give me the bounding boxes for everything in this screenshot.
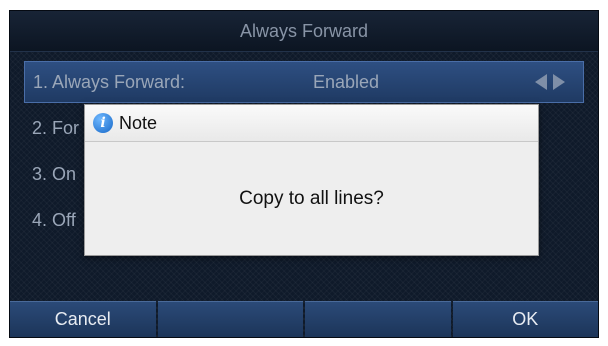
menu-item-value: Enabled — [313, 71, 380, 92]
dialog-message: Copy to all lines? — [239, 187, 384, 209]
softkey-bar: Cancel OK — [10, 301, 598, 337]
arrow-right-icon[interactable] — [553, 74, 565, 90]
empty-softkey-3[interactable] — [305, 301, 451, 337]
value-switch-arrows[interactable] — [535, 62, 565, 102]
empty-softkey-2[interactable] — [157, 301, 303, 337]
menu-item-always-forward[interactable]: 1. Always Forward: Enabled — [24, 61, 584, 103]
info-icon: i — [93, 113, 113, 133]
screen-title: Always Forward — [10, 11, 598, 52]
menu-item-label: 2. For — [32, 117, 80, 138]
phone-device: Always Forward 1. Always Forward: Enable… — [0, 0, 608, 346]
menu-item-label: 1. Always Forward: — [33, 71, 186, 92]
ok-softkey[interactable]: OK — [452, 301, 598, 337]
arrow-left-icon[interactable] — [535, 74, 547, 90]
dialog-header: i Note — [85, 105, 538, 142]
menu-item-label: 4. Off — [32, 209, 76, 230]
screen-title-text: Always Forward — [239, 20, 369, 41]
cancel-softkey[interactable]: Cancel — [10, 301, 156, 337]
dialog-body: Copy to all lines? — [85, 142, 538, 255]
dialog-title: Note — [119, 112, 158, 133]
note-dialog: i Note Copy to all lines? — [84, 104, 539, 256]
menu-item-label: 3. On — [32, 163, 77, 184]
